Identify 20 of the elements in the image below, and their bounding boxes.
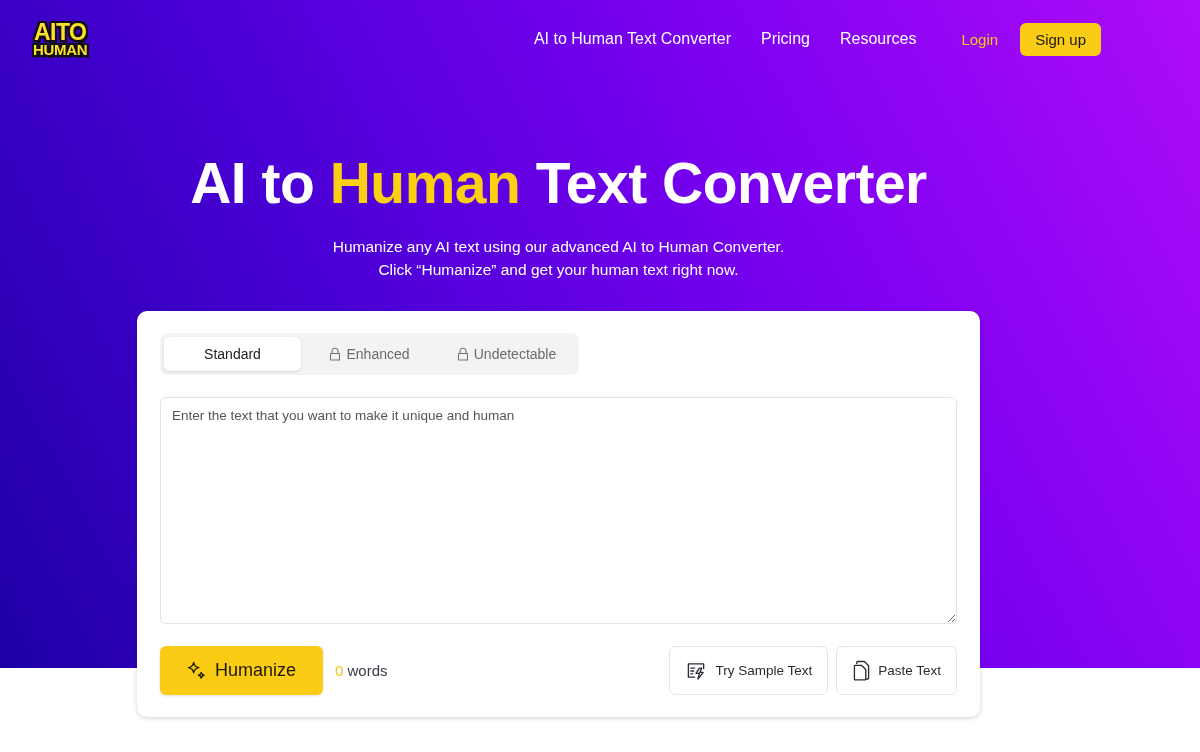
paste-text-button[interactable]: Paste Text <box>836 646 957 695</box>
nav-link[interactable]: AI to Human Text Converter <box>533 30 732 48</box>
logo[interactable]: AITO HUMAN <box>33 21 88 57</box>
mode-tab[interactable]: Undetectable <box>438 337 575 371</box>
signup-button[interactable]: Sign up <box>1020 22 1101 56</box>
lock-icon <box>456 347 469 361</box>
page-heading: AI to Human Text Converter <box>190 152 927 214</box>
sample-text-button[interactable]: Try Sample Text <box>669 646 829 695</box>
mode-tab[interactable]: Standard <box>164 337 301 371</box>
login-link[interactable]: Login <box>961 30 999 48</box>
sparkle-icon <box>186 661 206 680</box>
humanize-button[interactable]: Humanize <box>160 646 323 695</box>
nav-link[interactable]: Resources <box>839 30 917 48</box>
nav-link[interactable]: Pricing <box>761 30 810 48</box>
documents-icon <box>853 660 871 681</box>
word-count: 0 words <box>335 662 388 679</box>
text-input-field[interactable]: Enter the text that you want to make it unique and human <box>160 397 957 624</box>
subtitle-text: Humanize any AI text using our advanced AI to Human Converter. Click “Humanize” and get your human text right now. <box>332 237 785 280</box>
mode-tab[interactable]: Enhanced <box>301 337 438 371</box>
lock-icon <box>329 347 342 361</box>
